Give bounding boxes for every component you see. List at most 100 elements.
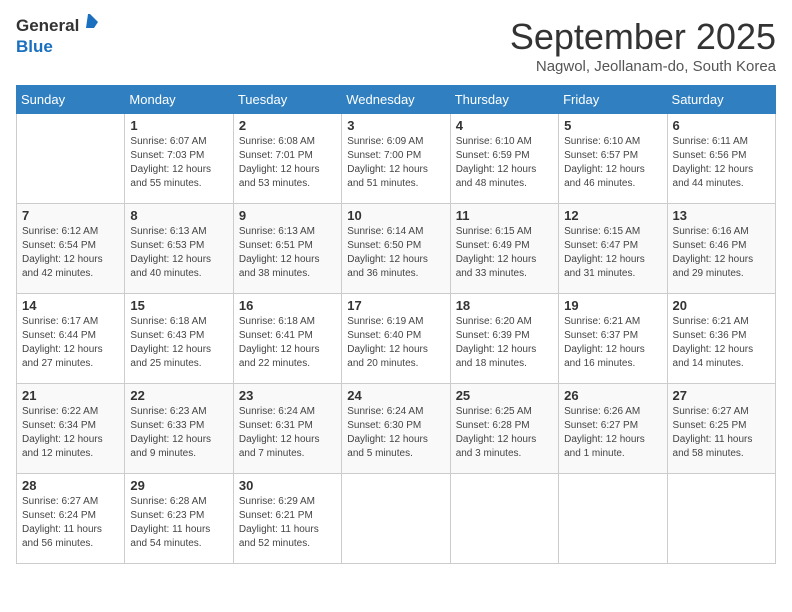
day-number: 10: [347, 208, 444, 223]
day-info: Sunrise: 6:27 AM Sunset: 6:25 PM Dayligh…: [673, 405, 770, 461]
month-year-title: September 2025: [510, 16, 776, 58]
day-number: 30: [239, 478, 336, 493]
table-row: 2 Sunrise: 6:08 AM Sunset: 7:01 PM Daylig…: [233, 114, 341, 204]
day-info: Sunrise: 6:14 AM Sunset: 6:50 PM Dayligh…: [347, 225, 444, 281]
day-info: Sunrise: 6:23 AM Sunset: 6:33 PM Dayligh…: [130, 405, 227, 461]
day-info: Sunrise: 6:13 AM Sunset: 6:53 PM Dayligh…: [130, 225, 227, 281]
table-row: [559, 474, 667, 564]
table-row: [450, 474, 558, 564]
header-thursday: Thursday: [450, 86, 558, 114]
table-row: 29Sunrise: 6:28 AM Sunset: 6:23 PM Dayli…: [125, 474, 233, 564]
header-tuesday: Tuesday: [233, 86, 341, 114]
day-info: Sunrise: 6:15 AM Sunset: 6:47 PM Dayligh…: [564, 225, 661, 281]
day-info: Sunrise: 6:15 AM Sunset: 6:49 PM Dayligh…: [456, 225, 553, 281]
day-number: 19: [564, 298, 661, 313]
day-number: 25: [456, 388, 553, 403]
table-row: 25 Sunrise: 6:25 AM Sunset: 6:28 PM Dayli…: [450, 384, 558, 474]
day-number: 20: [673, 298, 770, 313]
day-info: Sunrise: 6:28 AM Sunset: 6:23 PM Dayligh…: [130, 495, 227, 551]
day-number: 18: [456, 298, 553, 313]
header-sunday: Sunday: [17, 86, 125, 114]
table-row: 22 Sunrise: 6:23 AM Sunset: 6:33 PM Dayli…: [125, 384, 233, 474]
day-info: Sunrise: 6:26 AM Sunset: 6:27 PM Dayligh…: [564, 405, 661, 461]
table-row: [342, 474, 450, 564]
table-row: 21 Sunrise: 6:22 AM Sunset: 6:34 PM Dayli…: [17, 384, 125, 474]
day-number: 2: [239, 118, 336, 133]
table-row: 8 Sunrise: 6:13 AM Sunset: 6:53 PM Daylig…: [125, 204, 233, 294]
table-row: 15 Sunrise: 6:18 AM Sunset: 6:43 PM Dayli…: [125, 294, 233, 384]
day-info: Sunrise: 6:07 AM Sunset: 7:03 PM Dayligh…: [130, 135, 227, 191]
table-row: [17, 114, 125, 204]
table-row: 20Sunrise: 6:21 AM Sunset: 6:36 PM Dayli…: [667, 294, 775, 384]
day-info: Sunrise: 6:24 AM Sunset: 6:31 PM Dayligh…: [239, 405, 336, 461]
header-monday: Monday: [125, 86, 233, 114]
day-number: 27: [673, 388, 770, 403]
table-row: 18 Sunrise: 6:20 AM Sunset: 6:39 PM Dayli…: [450, 294, 558, 384]
day-info: Sunrise: 6:20 AM Sunset: 6:39 PM Dayligh…: [456, 315, 553, 371]
day-info: Sunrise: 6:22 AM Sunset: 6:34 PM Dayligh…: [22, 405, 119, 461]
logo-arrow-icon: [82, 14, 98, 35]
table-row: 11 Sunrise: 6:15 AM Sunset: 6:49 PM Dayli…: [450, 204, 558, 294]
header-saturday: Saturday: [667, 86, 775, 114]
day-number: 13: [673, 208, 770, 223]
day-number: 9: [239, 208, 336, 223]
table-row: 5Sunrise: 6:10 AM Sunset: 6:57 PM Daylig…: [559, 114, 667, 204]
day-info: Sunrise: 6:19 AM Sunset: 6:40 PM Dayligh…: [347, 315, 444, 371]
table-row: 3Sunrise: 6:09 AM Sunset: 7:00 PM Daylig…: [342, 114, 450, 204]
day-number: 22: [130, 388, 227, 403]
table-row: 17 Sunrise: 6:19 AM Sunset: 6:40 PM Dayli…: [342, 294, 450, 384]
table-row: 26 Sunrise: 6:26 AM Sunset: 6:27 PM Dayli…: [559, 384, 667, 474]
day-number: 8: [130, 208, 227, 223]
table-row: 10 Sunrise: 6:14 AM Sunset: 6:50 PM Dayli…: [342, 204, 450, 294]
week-row-5: 28 Sunrise: 6:27 AM Sunset: 6:24 PM Dayli…: [17, 474, 776, 564]
day-number: 5: [564, 118, 661, 133]
day-number: 7: [22, 208, 119, 223]
day-number: 14: [22, 298, 119, 313]
day-info: Sunrise: 6:27 AM Sunset: 6:24 PM Dayligh…: [22, 495, 119, 551]
day-number: 23: [239, 388, 336, 403]
day-info: Sunrise: 6:17 AM Sunset: 6:44 PM Dayligh…: [22, 315, 119, 371]
day-number: 12: [564, 208, 661, 223]
week-row-2: 7 Sunrise: 6:12 AM Sunset: 6:54 PM Daylig…: [17, 204, 776, 294]
day-info: Sunrise: 6:10 AM Sunset: 6:59 PM Dayligh…: [456, 135, 553, 191]
table-row: [667, 474, 775, 564]
table-row: 24 Sunrise: 6:24 AM Sunset: 6:30 PM Dayli…: [342, 384, 450, 474]
table-row: 28 Sunrise: 6:27 AM Sunset: 6:24 PM Dayli…: [17, 474, 125, 564]
day-info: Sunrise: 6:25 AM Sunset: 6:28 PM Dayligh…: [456, 405, 553, 461]
day-number: 15: [130, 298, 227, 313]
logo-block: General Blue: [16, 16, 98, 58]
week-row-3: 14 Sunrise: 6:17 AM Sunset: 6:44 PM Dayli…: [17, 294, 776, 384]
calendar-table: SundayMondayTuesdayWednesdayThursdayFrid…: [16, 85, 776, 564]
title-section: September 2025 Nagwol, Jeollanam-do, Sou…: [510, 16, 776, 75]
day-number: 1: [130, 118, 227, 133]
day-number: 4: [456, 118, 553, 133]
day-info: Sunrise: 6:08 AM Sunset: 7:01 PM Dayligh…: [239, 135, 336, 191]
day-info: Sunrise: 6:24 AM Sunset: 6:30 PM Dayligh…: [347, 405, 444, 461]
table-row: 6 Sunrise: 6:11 AM Sunset: 6:56 PM Daylig…: [667, 114, 775, 204]
day-info: Sunrise: 6:11 AM Sunset: 6:56 PM Dayligh…: [673, 135, 770, 191]
day-number: 21: [22, 388, 119, 403]
table-row: 12 Sunrise: 6:15 AM Sunset: 6:47 PM Dayli…: [559, 204, 667, 294]
day-info: Sunrise: 6:16 AM Sunset: 6:46 PM Dayligh…: [673, 225, 770, 281]
day-number: 24: [347, 388, 444, 403]
day-number: 26: [564, 388, 661, 403]
table-row: 16Sunrise: 6:18 AM Sunset: 6:41 PM Dayli…: [233, 294, 341, 384]
table-row: 7 Sunrise: 6:12 AM Sunset: 6:54 PM Daylig…: [17, 204, 125, 294]
logo-blue-text: Blue: [16, 37, 53, 56]
table-row: 1 Sunrise: 6:07 AM Sunset: 7:03 PM Daylig…: [125, 114, 233, 204]
day-info: Sunrise: 6:12 AM Sunset: 6:54 PM Dayligh…: [22, 225, 119, 281]
table-row: 13 Sunrise: 6:16 AM Sunset: 6:46 PM Dayli…: [667, 204, 775, 294]
day-number: 6: [673, 118, 770, 133]
day-info: Sunrise: 6:18 AM Sunset: 6:43 PM Dayligh…: [130, 315, 227, 371]
logo-general-text: General: [16, 16, 79, 36]
table-row: 9Sunrise: 6:13 AM Sunset: 6:51 PM Daylig…: [233, 204, 341, 294]
day-number: 28: [22, 478, 119, 493]
day-info: Sunrise: 6:29 AM Sunset: 6:21 PM Dayligh…: [239, 495, 336, 551]
day-number: 11: [456, 208, 553, 223]
table-row: 30 Sunrise: 6:29 AM Sunset: 6:21 PM Dayli…: [233, 474, 341, 564]
table-row: 14 Sunrise: 6:17 AM Sunset: 6:44 PM Dayli…: [17, 294, 125, 384]
day-number: 3: [347, 118, 444, 133]
day-info: Sunrise: 6:21 AM Sunset: 6:37 PM Dayligh…: [564, 315, 661, 371]
day-number: 17: [347, 298, 444, 313]
day-number: 16: [239, 298, 336, 313]
